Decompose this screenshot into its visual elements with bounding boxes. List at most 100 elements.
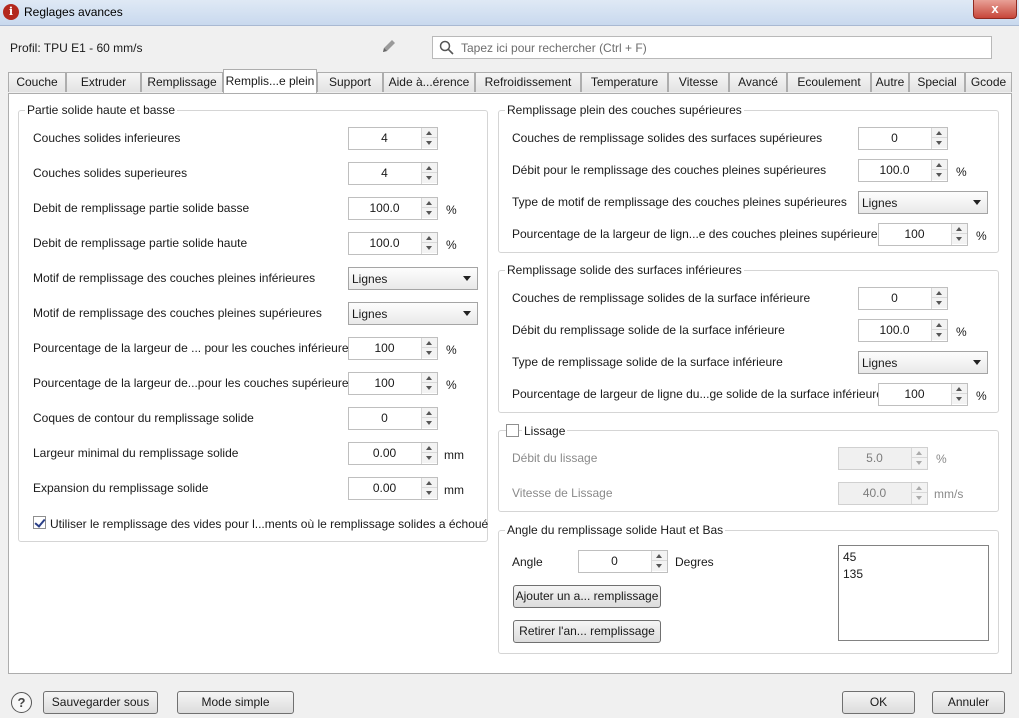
- bottom-surface-pattern-dropdown[interactable]: Lignes: [858, 351, 988, 374]
- spin-up-button[interactable]: [932, 288, 947, 298]
- tab-support[interactable]: Support: [317, 72, 383, 92]
- field-label: Debit de remplissage partie solide basse: [33, 201, 250, 215]
- gap-fill-label: Utiliser le remplissage des vides pour l…: [50, 517, 489, 531]
- spin-down-button[interactable]: [952, 234, 967, 244]
- solid-shells-spinbox[interactable]: 0: [348, 407, 438, 430]
- tab-extruder[interactable]: Extruder: [66, 72, 141, 92]
- spin-up-button[interactable]: [422, 408, 437, 418]
- spin-down-button[interactable]: [422, 208, 437, 218]
- save-as-button[interactable]: Sauvegarder sous: [43, 691, 158, 714]
- field-label: Débit du lissage: [512, 451, 598, 465]
- spin-up-button[interactable]: [422, 443, 437, 453]
- spin-down-button[interactable]: [932, 330, 947, 340]
- help-icon[interactable]: ?: [11, 692, 32, 713]
- spin-up-button[interactable]: [912, 483, 927, 493]
- chevron-down-icon: [463, 311, 471, 316]
- group-title: Remplissage solide des surfaces inférieu…: [505, 263, 744, 277]
- simple-mode-button[interactable]: Mode simple: [177, 691, 294, 714]
- top-solid-layers-spinbox[interactable]: 4: [348, 162, 438, 185]
- spin-down-button[interactable]: [952, 394, 967, 404]
- pencil-icon[interactable]: [380, 37, 398, 55]
- angle-spinbox[interactable]: 0: [578, 550, 668, 573]
- list-item[interactable]: 45: [843, 549, 984, 566]
- spin-down-button[interactable]: [422, 243, 437, 253]
- angle-list[interactable]: 45 135: [838, 545, 989, 641]
- spin-down-button[interactable]: [422, 138, 437, 148]
- spin-up-button[interactable]: [932, 320, 947, 330]
- tab-special[interactable]: Special: [909, 72, 965, 92]
- tab-ecoulement[interactable]: Ecoulement: [787, 72, 871, 92]
- top-surface-line-width-spinbox[interactable]: 100: [878, 223, 968, 246]
- close-button[interactable]: x: [973, 0, 1017, 19]
- spin-up-button[interactable]: [422, 163, 437, 173]
- remove-angle-button[interactable]: Retirer l'an... remplissage: [513, 620, 661, 643]
- spin-up-button[interactable]: [422, 198, 437, 208]
- tab-autre[interactable]: Autre: [871, 72, 909, 92]
- window-title: Reglages avances: [24, 5, 123, 19]
- ironing-flow-spinbox[interactable]: 5.0: [838, 447, 928, 470]
- search-icon: [439, 40, 454, 55]
- search-input[interactable]: [459, 38, 979, 57]
- field-label: Couches de remplissage solides des surfa…: [512, 131, 823, 145]
- ok-button[interactable]: OK: [842, 691, 915, 714]
- spin-down-button[interactable]: [652, 561, 667, 571]
- tab-remplissage-plein[interactable]: Remplis...e plein: [223, 69, 317, 93]
- ironing-checkbox[interactable]: [506, 424, 519, 437]
- spin-up-button[interactable]: [422, 338, 437, 348]
- bottom-surface-flow-spinbox[interactable]: 100.0: [858, 319, 948, 342]
- tab-refroidissement[interactable]: Refroidissement: [475, 72, 581, 92]
- spin-up-button[interactable]: [422, 478, 437, 488]
- spin-down-button[interactable]: [932, 138, 947, 148]
- tab-temperature[interactable]: Temperature: [581, 72, 668, 92]
- top-pattern-dropdown[interactable]: Lignes: [348, 302, 478, 325]
- spin-up-button[interactable]: [952, 384, 967, 394]
- spin-up-button[interactable]: [912, 448, 927, 458]
- top-line-width-spinbox[interactable]: 100: [348, 372, 438, 395]
- top-surface-flow-spinbox[interactable]: 100.0: [858, 159, 948, 182]
- spin-up-button[interactable]: [422, 373, 437, 383]
- spin-up-button[interactable]: [952, 224, 967, 234]
- spin-down-button[interactable]: [932, 298, 947, 308]
- spin-down-button[interactable]: [912, 493, 927, 503]
- bottom-line-width-spinbox[interactable]: 100: [348, 337, 438, 360]
- tab-couche[interactable]: Couche: [8, 72, 66, 92]
- spin-down-button[interactable]: [422, 488, 437, 498]
- spin-down-button[interactable]: [422, 418, 437, 428]
- min-solid-width-spinbox[interactable]: 0.00: [348, 442, 438, 465]
- solid-expansion-spinbox[interactable]: 0.00: [348, 477, 438, 500]
- field-label: Pourcentage de la largeur de...pour les …: [33, 376, 355, 390]
- bottom-solid-layers-spinbox[interactable]: 4: [348, 127, 438, 150]
- spin-up-button[interactable]: [422, 128, 437, 138]
- gap-fill-checkbox[interactable]: [33, 516, 46, 529]
- bottom-solid-flow-spinbox[interactable]: 100.0: [348, 197, 438, 220]
- field-label: Débit pour le remplissage des couches pl…: [512, 163, 827, 177]
- spin-down-button[interactable]: [932, 170, 947, 180]
- spin-up-button[interactable]: [932, 128, 947, 138]
- spin-up-button[interactable]: [422, 233, 437, 243]
- top-solid-flow-spinbox[interactable]: 100.0: [348, 232, 438, 255]
- tab-avance[interactable]: Avancé: [729, 72, 787, 92]
- spin-up-button[interactable]: [652, 551, 667, 561]
- field-label: Couches solides inferieures: [33, 131, 181, 145]
- bottom-surface-line-width-spinbox[interactable]: 100: [878, 383, 968, 406]
- tab-aide-adherence[interactable]: Aide à...érence: [383, 72, 475, 92]
- unit-label: %: [956, 325, 967, 339]
- spin-down-button[interactable]: [422, 173, 437, 183]
- tab-vitesse[interactable]: Vitesse: [668, 72, 729, 92]
- top-surface-pattern-dropdown[interactable]: Lignes: [858, 191, 988, 214]
- tab-gcode[interactable]: Gcode: [965, 72, 1012, 92]
- spin-down-button[interactable]: [422, 453, 437, 463]
- spin-down-button[interactable]: [912, 458, 927, 468]
- list-item[interactable]: 135: [843, 566, 984, 583]
- bottom-pattern-dropdown[interactable]: Lignes: [348, 267, 478, 290]
- spin-down-button[interactable]: [422, 348, 437, 358]
- spin-down-button[interactable]: [422, 383, 437, 393]
- spin-up-button[interactable]: [932, 160, 947, 170]
- tab-remplissage[interactable]: Remplissage: [141, 72, 223, 92]
- ironing-speed-spinbox[interactable]: 40.0: [838, 482, 928, 505]
- search-box[interactable]: [432, 36, 992, 59]
- bottom-surface-layers-spinbox[interactable]: 0: [858, 287, 948, 310]
- top-surface-layers-spinbox[interactable]: 0: [858, 127, 948, 150]
- add-angle-button[interactable]: Ajouter un a... remplissage: [513, 585, 661, 608]
- cancel-button[interactable]: Annuler: [932, 691, 1005, 714]
